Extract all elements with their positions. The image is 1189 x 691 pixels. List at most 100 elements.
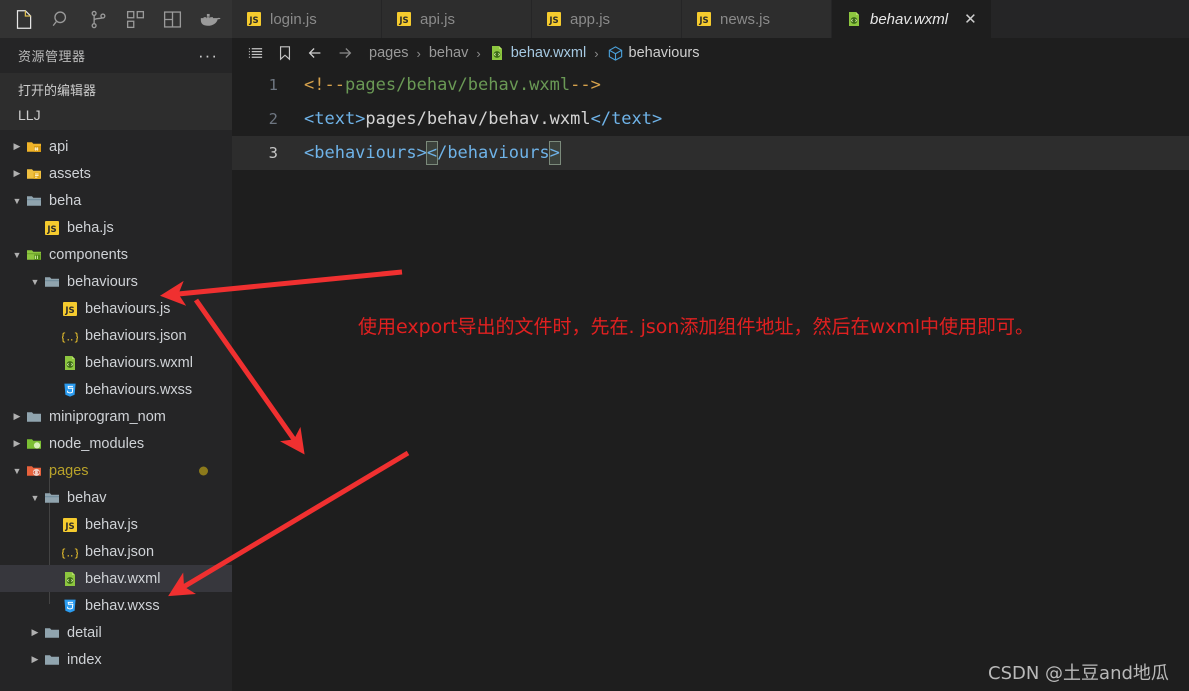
- wxml-icon: [62, 571, 78, 587]
- editor-tab-label: behav.wxml: [870, 10, 949, 28]
- tree-folder-detail[interactable]: ▶ detail: [0, 619, 232, 646]
- explorer-icon[interactable]: [6, 0, 43, 38]
- chevron-right-icon[interactable]: ▶: [8, 438, 26, 449]
- code-token: -->: [570, 75, 601, 95]
- explorer-sidebar: 资源管理器 ··· 打开的编辑器 LLJ ▶ api ▶ assets ▼ beha JS b…: [0, 38, 232, 691]
- tree-file-behav-wxml[interactable]: behav.wxml: [0, 565, 232, 592]
- editor-tab-label: app.js: [570, 10, 611, 28]
- tree-folder-beha[interactable]: ▼ beha: [0, 187, 232, 214]
- wxml-icon: [846, 11, 862, 27]
- chevron-right-icon[interactable]: ▶: [26, 654, 44, 665]
- tree-file-behav-json[interactable]: {..} behav.json: [0, 538, 232, 565]
- open-editors-section: 打开的编辑器 LLJ: [0, 73, 232, 130]
- breadcrumb-item-behav[interactable]: behav: [426, 45, 472, 61]
- open-editors-title[interactable]: 打开的编辑器: [0, 77, 232, 102]
- editor-tab-api-js[interactable]: JS api.js: [382, 0, 532, 38]
- editor-tabs: JS login.js JS api.js JS app.js JS news.js behav…: [232, 0, 1189, 38]
- explorer-title: 资源管理器: [18, 49, 86, 64]
- chevron-right-icon[interactable]: ▶: [8, 141, 26, 152]
- svg-text:{..}: {..}: [62, 330, 78, 343]
- layout-icon[interactable]: [154, 0, 191, 38]
- chevron-down-icon[interactable]: ▼: [8, 196, 26, 206]
- more-actions-icon[interactable]: ···: [198, 47, 218, 64]
- tree-folder-behaviours[interactable]: ▼ behaviours: [0, 268, 232, 295]
- tree-item-label: behav.wxss: [85, 597, 160, 614]
- tree-folder-pages[interactable]: ▼ pages: [0, 457, 232, 484]
- folder-icon: [44, 652, 60, 668]
- svg-text:JS: JS: [64, 522, 74, 532]
- tree-item-label: index: [67, 651, 102, 668]
- code-editor[interactable]: 1 <!--pages/behav/behav.wxml--> 2 <text>pag…: [232, 68, 1189, 691]
- tree-file-behaviours-json[interactable]: {..} behaviours.json: [0, 322, 232, 349]
- editor-tab-login-js[interactable]: JS login.js: [232, 0, 382, 38]
- tree-item-label: miniprogram_nom: [49, 408, 166, 425]
- code-token: pages/behav/behav.wxml: [344, 75, 571, 95]
- tree-folder-node_modules[interactable]: ▶ node_modules: [0, 430, 232, 457]
- source-control-icon[interactable]: [80, 0, 117, 38]
- chevron-down-icon[interactable]: ▼: [8, 250, 26, 260]
- chevron-down-icon[interactable]: ▼: [26, 277, 44, 287]
- tree-folder-assets[interactable]: ▶ assets: [0, 160, 232, 187]
- wxss-icon: [62, 382, 78, 398]
- svg-text:JS: JS: [398, 16, 408, 26]
- line-number: 1: [268, 76, 278, 94]
- editor-tab-news-js[interactable]: JS news.js: [682, 0, 832, 38]
- tree-file-behaviours-wxml[interactable]: behaviours.wxml: [0, 349, 232, 376]
- project-root-row[interactable]: LLJ: [0, 102, 232, 128]
- bookmark-icon[interactable]: [270, 38, 300, 68]
- tree-item-label: components: [49, 246, 128, 263]
- tree-file-behaviours-js[interactable]: JS behaviours.js: [0, 295, 232, 322]
- tree-file-behav-js[interactable]: JS behav.js: [0, 511, 232, 538]
- outline-icon[interactable]: [240, 38, 270, 68]
- js-icon: JS: [44, 220, 60, 236]
- folder-icon: [26, 409, 42, 425]
- breadcrumb-item-label: behaviours: [628, 45, 700, 61]
- tree-file-beha-js[interactable]: JS beha.js: [0, 214, 232, 241]
- code-line[interactable]: 2 <text>pages/behav/behav.wxml</text>: [232, 102, 1189, 136]
- extensions-icon[interactable]: [117, 0, 154, 38]
- folder-open-icon: [44, 490, 60, 506]
- tree-item-label: behav.json: [85, 543, 155, 560]
- tree-item-label: behaviours.wxml: [85, 354, 193, 371]
- chevron-right-icon[interactable]: ▶: [26, 627, 44, 638]
- tree-file-behaviours-wxss[interactable]: behaviours.wxss: [0, 376, 232, 403]
- code-line[interactable]: 3 <behaviours></behaviours>: [232, 136, 1189, 170]
- tree-folder-behav[interactable]: ▼ behav: [0, 484, 232, 511]
- code-token: pages/behav/behav.wxml: [365, 109, 591, 129]
- tree-file-behav-wxss[interactable]: behav.wxss: [0, 592, 232, 619]
- main-row: 资源管理器 ··· 打开的编辑器 LLJ ▶ api ▶ assets ▼ beha JS b…: [0, 38, 1189, 691]
- svg-text:JS: JS: [548, 16, 558, 26]
- breadcrumb-item-label: pages: [369, 45, 409, 61]
- editor-tab-app-js[interactable]: JS app.js: [532, 0, 682, 38]
- folder-api-icon: [26, 139, 42, 155]
- code-token: </text>: [590, 109, 663, 129]
- explorer-header: 资源管理器 ···: [0, 38, 232, 73]
- breadcrumb-item-behaviours[interactable]: behaviours: [604, 45, 703, 61]
- arrow-right-icon[interactable]: [330, 38, 360, 68]
- folder-open-icon: [26, 193, 42, 209]
- chevron-right-icon[interactable]: ▶: [8, 411, 26, 422]
- tree-folder-miniprogram_nom[interactable]: ▶ miniprogram_nom: [0, 403, 232, 430]
- editor-tab-label: news.js: [720, 10, 771, 28]
- tree-folder-index[interactable]: ▶ index: [0, 646, 232, 673]
- chevron-right-icon[interactable]: ▶: [8, 168, 26, 179]
- editor-tab-behav-wxml[interactable]: behav.wxml ✕: [832, 0, 992, 38]
- code-line[interactable]: 1 <!--pages/behav/behav.wxml-->: [232, 68, 1189, 102]
- docker-icon[interactable]: [191, 0, 228, 38]
- chevron-down-icon[interactable]: ▼: [26, 493, 44, 503]
- tree-item-label: assets: [49, 165, 91, 182]
- tabs-filler: [991, 0, 1189, 38]
- code-token: >: [548, 141, 561, 165]
- arrow-left-icon[interactable]: [300, 38, 330, 68]
- breadcrumb-item-behav-wxml[interactable]: behav.wxml: [486, 45, 589, 61]
- tree-folder-components[interactable]: ▼ components: [0, 241, 232, 268]
- tree-item-label: behaviours: [67, 273, 138, 290]
- chevron-down-icon[interactable]: ▼: [8, 466, 26, 476]
- tree-item-label: node_modules: [49, 435, 145, 452]
- close-icon[interactable]: ✕: [964, 12, 977, 27]
- tree-folder-api[interactable]: ▶ api: [0, 133, 232, 160]
- editor-tab-label: api.js: [420, 10, 456, 28]
- breadcrumb-item-pages[interactable]: pages: [366, 45, 412, 61]
- tree-item-label: behav.js: [85, 516, 138, 533]
- search-icon[interactable]: [43, 0, 80, 38]
